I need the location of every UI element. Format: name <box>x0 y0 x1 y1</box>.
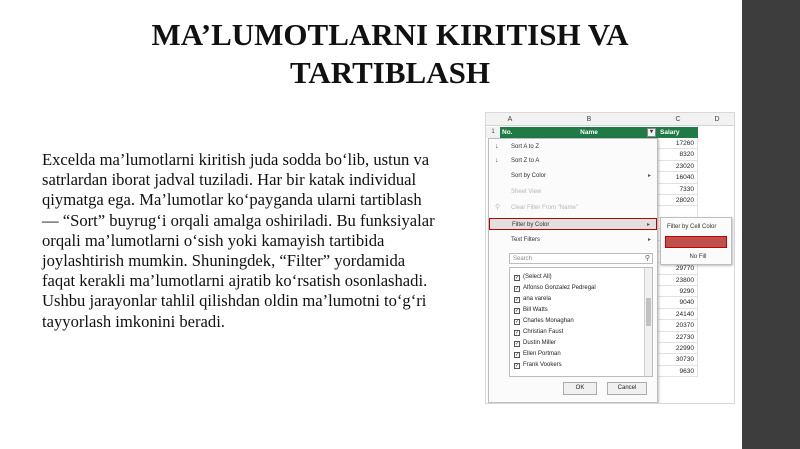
checkbox[interactable]: ✓ <box>514 319 520 325</box>
list-item[interactable]: ✓ Frank Vookers <box>514 360 562 370</box>
menu-sort-by-color[interactable]: Sort by Color ▸ <box>489 170 657 182</box>
list-item[interactable]: ✓ (Select All) <box>514 272 552 282</box>
scrollbar-thumb[interactable] <box>646 298 651 326</box>
filter-value-list[interactable]: ✓ (Select All) ✓ Alfonso Gonzalez Pedregal… <box>509 267 653 377</box>
menu-text-filters[interactable]: Text Filters ▸ <box>489 234 657 246</box>
submenu-arrow-icon: ▸ <box>646 222 650 228</box>
corner-cell <box>486 113 500 126</box>
header-name-label: Name <box>580 129 598 136</box>
title-line-1: MA’LUMOTLARNI KIRITISH VA <box>151 17 629 52</box>
ok-button[interactable]: OK <box>563 382 597 395</box>
column-header-d[interactable]: D <box>698 113 734 126</box>
cancel-button[interactable]: Cancel <box>607 382 647 395</box>
column-header-c[interactable]: C <box>658 113 698 126</box>
slide-title: MA’LUMOTLARNI KIRITISH VA TARTIBLASH <box>40 16 740 92</box>
menu-item-label: Sort A to Z <box>511 144 540 150</box>
header-salary-cell[interactable]: Salary <box>658 127 698 138</box>
menu-item-label: Clear Filter From "Name" <box>511 205 578 211</box>
filter-by-color-submenu: Filter by Cell Color No Fill <box>660 217 732 265</box>
salary-cell[interactable]: 22990 <box>658 343 698 355</box>
menu-item-label: Filter by Color <box>512 222 550 228</box>
salary-cell[interactable]: 7330 <box>658 183 698 195</box>
salary-cell[interactable]: 29770 <box>658 263 698 275</box>
filter-dropdown-button[interactable]: ▾ <box>647 128 656 137</box>
submenu-arrow-icon: ▸ <box>647 173 651 179</box>
filter-menu: ↓ Sort A to Z ↓ Sort Z to A Sort by Colo… <box>488 138 658 403</box>
salary-cell[interactable]: 23800 <box>658 274 698 287</box>
row-header-1[interactable]: 1 <box>486 127 500 138</box>
salary-cell[interactable]: 17260 <box>658 138 698 150</box>
search-input[interactable]: Search ⚲ <box>509 253 653 264</box>
list-item[interactable]: ✓ Dustin Miller <box>514 338 556 348</box>
excel-screenshot: A B C D 1 No. Name ▾ Salary 17260 8320 230… <box>485 112 735 404</box>
checkbox[interactable]: ✓ <box>514 297 520 303</box>
salary-cell[interactable]: 22730 <box>658 331 698 344</box>
salary-cell[interactable]: 28020 <box>658 194 698 207</box>
no-fill-option[interactable]: No Fill <box>663 251 729 263</box>
search-placeholder: Search <box>513 256 533 262</box>
list-item[interactable]: ✓ Charles Monaghan <box>514 316 574 326</box>
menu-item-label: Sort by Color <box>511 173 547 179</box>
salary-cell[interactable]: 20370 <box>658 320 698 332</box>
checkbox[interactable]: ✓ <box>514 286 520 292</box>
list-item[interactable]: ✓ Christian Faust <box>514 327 563 337</box>
header-no-cell[interactable]: No. <box>500 127 520 138</box>
menu-clear-filter: ⚲ Clear Filter From "Name" <box>489 202 657 214</box>
column-header-b[interactable]: B <box>520 113 658 126</box>
submenu-title: Filter by Cell Color <box>667 224 717 230</box>
menu-sort-a-to-z[interactable]: ↓ Sort A to Z <box>489 141 657 153</box>
menu-sort-z-to-a[interactable]: ↓ Sort Z to A <box>489 155 657 167</box>
header-name-cell[interactable]: Name ▾ <box>520 127 658 138</box>
salary-cell[interactable]: 9290 <box>658 286 698 298</box>
checkbox[interactable]: ✓ <box>514 275 520 281</box>
filter-clear-icon: ⚲ <box>495 204 501 211</box>
checkbox[interactable]: ✓ <box>514 352 520 358</box>
red-color-swatch[interactable] <box>665 236 727 248</box>
sort-az-icon: ↓ <box>495 143 499 150</box>
column-header-a[interactable]: A <box>500 113 520 126</box>
menu-item-label: Text Filters <box>511 237 541 243</box>
title-line-2: TARTIBLASH <box>290 55 490 90</box>
salary-cell[interactable]: 9630 <box>658 365 698 378</box>
sort-za-icon: ↓ <box>495 157 499 164</box>
menu-item-label: Sheet View <box>511 189 542 195</box>
list-scrollbar[interactable] <box>644 268 652 376</box>
list-item[interactable]: ✓ Bill Watts <box>514 305 548 315</box>
salary-cell[interactable]: 16040 <box>658 172 698 184</box>
checkbox[interactable]: ✓ <box>514 341 520 347</box>
list-item[interactable]: ✓ Ellen Portman <box>514 349 561 359</box>
submenu-arrow-icon: ▸ <box>647 237 651 243</box>
list-item[interactable]: ✓ ana varela <box>514 294 551 304</box>
list-item[interactable]: ✓ Alfonso Gonzalez Pedregal <box>514 283 596 293</box>
checkbox[interactable]: ✓ <box>514 363 520 369</box>
search-icon: ⚲ <box>644 255 650 262</box>
salary-cell[interactable]: 30730 <box>658 354 698 366</box>
salary-cell[interactable]: 8320 <box>658 149 698 161</box>
menu-filter-by-color[interactable]: Filter by Color ▸ <box>489 218 657 230</box>
salary-cell[interactable]: 9040 <box>658 297 698 309</box>
slide-body-text: Excelda ma’lumotlarni kiritish juda sodd… <box>42 150 435 331</box>
checkbox[interactable]: ✓ <box>514 330 520 336</box>
salary-cell[interactable]: 24140 <box>658 308 698 321</box>
menu-item-label: Sort Z to A <box>511 158 540 164</box>
menu-sheet-view: Sheet View <box>489 186 657 198</box>
salary-cell[interactable]: 23020 <box>658 160 698 173</box>
right-side-bar <box>742 0 800 449</box>
checkbox[interactable]: ✓ <box>514 308 520 314</box>
